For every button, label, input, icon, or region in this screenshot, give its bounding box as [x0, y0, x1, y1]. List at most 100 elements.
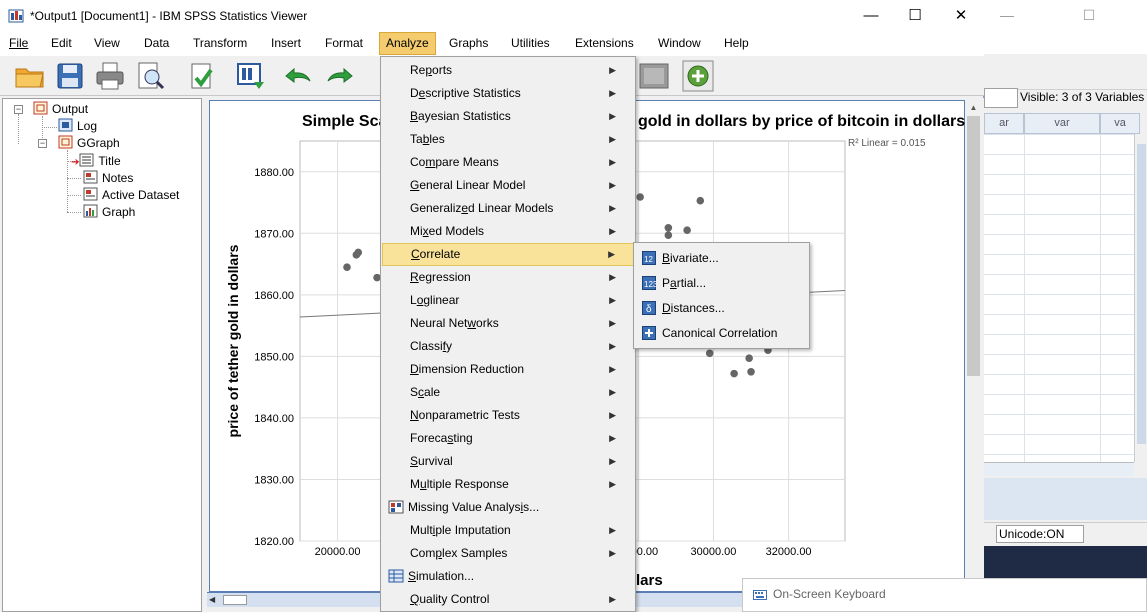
scatter-point	[747, 367, 755, 376]
submenu-arrow-icon: ▶	[609, 525, 616, 535]
bivariate-icon: 12	[642, 251, 656, 265]
analyze-menu-scale[interactable]: Scale ▶	[382, 381, 634, 404]
menu-edit[interactable]: Edit	[45, 32, 78, 55]
analyze-menu-descriptive-statistics[interactable]: Descriptive Statistics ▶	[382, 82, 634, 105]
correlate-bivariate[interactable]: 12 Bivariate...	[636, 246, 808, 270]
menu-transform[interactable]: Transform	[187, 32, 253, 55]
correlate-partial[interactable]: 123 Partial...	[636, 271, 808, 295]
chart-title-right: gold in dollars by price of bitcoin in d…	[638, 113, 965, 130]
print-preview-icon[interactable]	[134, 60, 166, 92]
data-grid-horizontal-scrollbar[interactable]	[984, 462, 1134, 476]
outline-notes[interactable]: Notes	[83, 170, 133, 187]
menu-window[interactable]: Window	[652, 32, 707, 55]
graph-icon	[83, 204, 98, 218]
submenu-arrow-icon: ▶	[609, 295, 616, 305]
outline-active-dataset[interactable]: Active Dataset	[83, 187, 179, 204]
export-icon[interactable]	[186, 60, 218, 92]
analyze-menu-label: Compare Means	[410, 155, 499, 169]
chart-toolbar-icon[interactable]	[638, 60, 670, 92]
outline-tree[interactable]: − Output Log − GGraph ➔ Title Notes Activ…	[2, 98, 202, 612]
column-header[interactable]: var	[1024, 113, 1100, 134]
menu-format[interactable]: Format	[319, 32, 369, 55]
scatter-point	[664, 231, 673, 239]
undo-icon[interactable]	[282, 60, 314, 92]
analyze-menu-compare-means[interactable]: Compare Means ▶	[382, 151, 634, 174]
submenu-arrow-icon: ▶	[609, 364, 616, 374]
analyze-menu-reports[interactable]: Reports ▶	[382, 59, 634, 82]
analyze-menu-tables[interactable]: Tables ▶	[382, 128, 634, 151]
data-editor-maximize-button[interactable]: ☐	[1066, 0, 1112, 30]
cell-reference-box[interactable]	[984, 88, 1018, 108]
analyze-menu-neural-networks[interactable]: Neural Networks ▶	[382, 312, 634, 335]
active-dataset-icon	[83, 187, 98, 201]
redo-icon[interactable]	[324, 60, 356, 92]
outline-log[interactable]: Log	[58, 118, 97, 135]
analyze-menu-label: Regression	[410, 270, 471, 284]
menu-utilities[interactable]: Utilities	[505, 32, 556, 55]
title-icon	[79, 153, 94, 167]
menu-analyze[interactable]: Analyze	[379, 32, 436, 55]
submenu-arrow-icon: ▶	[609, 410, 616, 420]
analyze-menu-bayesian-statistics[interactable]: Bayesian Statistics ▶	[382, 105, 634, 128]
menu-help[interactable]: Help	[718, 32, 755, 55]
menu-extensions[interactable]: Extensions	[569, 32, 640, 55]
menu-graphs[interactable]: Graphs	[443, 32, 494, 55]
y-tick-label: 1870.00	[254, 228, 294, 240]
analyze-menu-correlate[interactable]: Correlate ▶	[382, 243, 634, 266]
outline-title[interactable]: ➔ Title	[71, 153, 121, 170]
analyze-menu-label: Reports	[410, 63, 453, 77]
analyze-menu-dimension-reduction[interactable]: Dimension Reduction ▶	[382, 358, 634, 381]
analyze-menu-missing-value-analysis[interactable]: Missing Value Analysis...	[382, 496, 634, 519]
analyze-menu-general-linear-model[interactable]: General Linear Model ▶	[382, 174, 634, 197]
analyze-menu-complex-samples[interactable]: Complex Samples ▶	[382, 542, 634, 565]
data-grid[interactable]: ar var va	[984, 113, 1140, 463]
data-grid-vertical-scrollbar[interactable]	[1134, 134, 1147, 462]
save-icon[interactable]	[54, 60, 86, 92]
scatter-point	[683, 226, 691, 235]
visible-variables-label: Visible: 3 of 3 Variables	[1020, 90, 1145, 104]
on-screen-keyboard-window[interactable]: On-Screen Keyboard	[742, 578, 1147, 612]
analyze-menu-quality-control[interactable]: Quality Control ▶	[382, 588, 634, 611]
maximize-button[interactable]: ☐	[892, 0, 938, 32]
analyze-menu-classify[interactable]: Classify ▶	[382, 335, 634, 358]
submenu-arrow-icon: ▶	[609, 203, 616, 213]
analyze-menu-forecasting[interactable]: Forecasting ▶	[382, 427, 634, 450]
menu-file[interactable]: File	[3, 32, 34, 55]
submenu-arrow-icon: ▶	[609, 387, 616, 397]
submenu-arrow-icon: ▶	[609, 341, 616, 351]
taskbar-strip	[984, 546, 1147, 578]
analyze-menu-survival[interactable]: Survival ▶	[382, 450, 634, 473]
data-editor-minimize-button[interactable]: —	[984, 0, 1030, 30]
analyze-menu-regression[interactable]: Regression ▶	[382, 266, 634, 289]
collapse-output-toggle[interactable]: −	[14, 105, 23, 114]
analyze-menu-simulation[interactable]: Simulation...	[382, 565, 634, 588]
analyze-menu-multiple-imputation[interactable]: Multiple Imputation ▶	[382, 519, 634, 542]
selected-arrow-icon: ➔	[71, 157, 80, 168]
minimize-button[interactable]: —	[848, 0, 894, 32]
analyze-menu-loglinear[interactable]: Loglinear ▶	[382, 289, 634, 312]
submenu-arrow-icon: ▶	[609, 157, 616, 167]
outline-graph[interactable]: Graph	[83, 204, 135, 221]
analyze-menu-generalized-linear-models[interactable]: Generalized Linear Models ▶	[382, 197, 634, 220]
notes-icon	[83, 170, 98, 184]
chart-vertical-scrollbar[interactable]: ▲	[965, 100, 982, 592]
open-folder-icon[interactable]	[14, 60, 46, 92]
scatter-point	[745, 354, 753, 363]
column-header[interactable]: va	[1100, 113, 1140, 134]
data-editor-titlebar: — ☐	[984, 0, 1147, 30]
add-item-icon[interactable]	[682, 60, 714, 92]
correlate-canonical-correlation[interactable]: Canonical Correlation	[636, 321, 808, 345]
column-header[interactable]: ar	[984, 113, 1024, 134]
simulation-icon	[388, 569, 404, 583]
menu-view[interactable]: View	[88, 32, 126, 55]
menu-data[interactable]: Data	[138, 32, 175, 55]
analyze-menu-nonparametric-tests[interactable]: Nonparametric Tests ▶	[382, 404, 634, 427]
analyze-menu-multiple-response[interactable]: Multiple Response ▶	[382, 473, 634, 496]
menu-insert[interactable]: Insert	[265, 32, 307, 55]
analyze-menu-mixed-models[interactable]: Mixed Models ▶	[382, 220, 634, 243]
goto-data-icon[interactable]	[234, 60, 266, 92]
collapse-ggraph-toggle[interactable]: −	[38, 139, 47, 148]
close-button[interactable]: ✕	[938, 0, 984, 32]
print-icon[interactable]	[94, 60, 126, 92]
correlate-distances[interactable]: δ Distances...	[636, 296, 808, 320]
